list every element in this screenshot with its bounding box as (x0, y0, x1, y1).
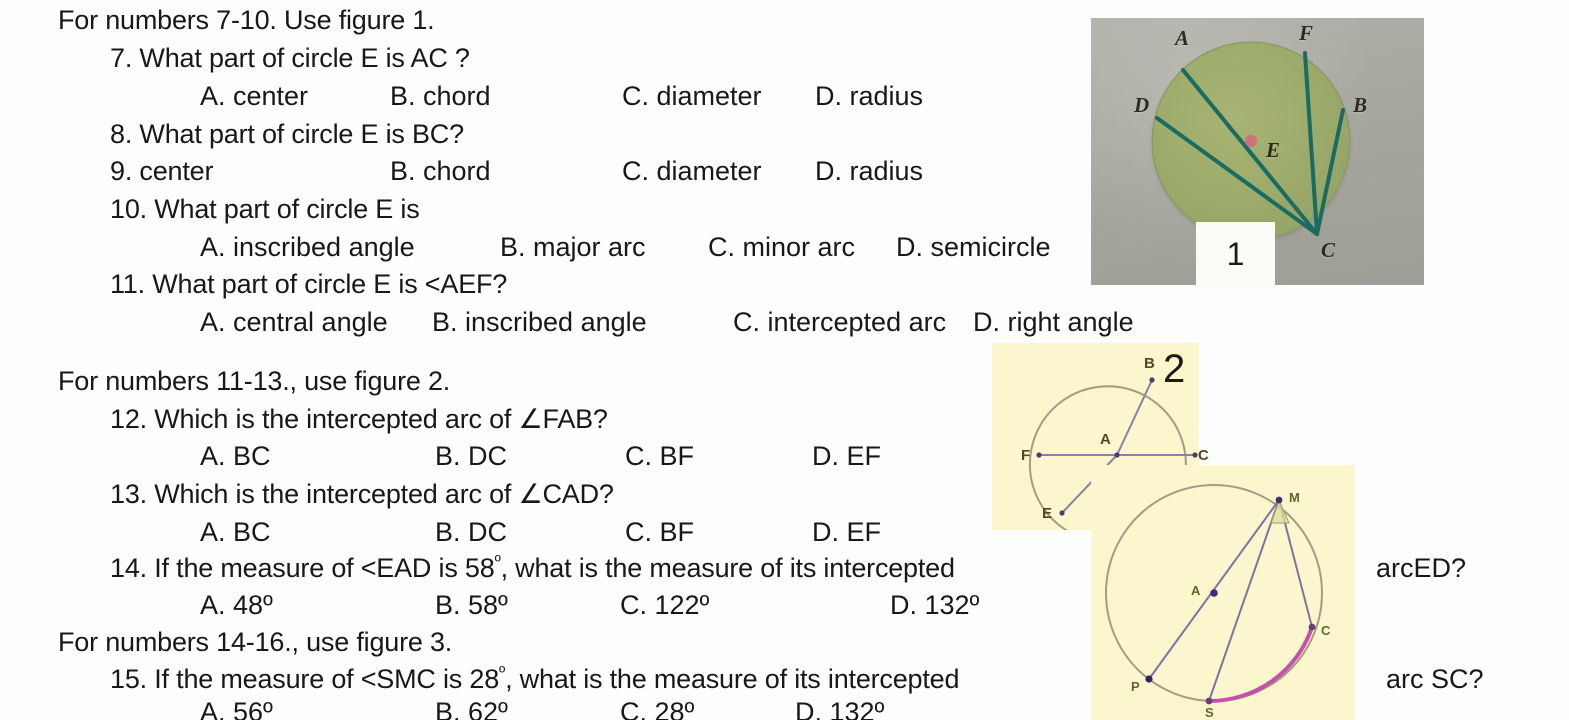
figure-3: M A C S P (1091, 465, 1355, 720)
q14-option-a[interactable]: A. 48º (200, 590, 273, 620)
q12-option-c[interactable]: C. BF (625, 441, 694, 471)
figure-2-label-c: C (1198, 447, 1209, 464)
instruction-11-13: For numbers 11-13., use figure 2. (58, 366, 451, 396)
instruction-14-16: For numbers 14-16., use figure 3. (58, 627, 453, 657)
q9-option-d[interactable]: D. radius (815, 156, 923, 186)
question-15: 15. If the measure of <SMC is 28º, what … (110, 664, 959, 694)
figure-3-label-s: S (1205, 705, 1214, 720)
q11-option-d[interactable]: D. right angle (973, 307, 1134, 337)
q15-middle: , what is the measure of its intercepted (505, 664, 960, 694)
question-9: 9. center (110, 156, 214, 186)
q10-option-a[interactable]: A. inscribed angle (200, 232, 415, 262)
figure-2-label-a: A (1100, 431, 1111, 448)
question-10: 10. What part of circle E is (110, 194, 420, 224)
q15-option-b[interactable]: B. 62º (435, 697, 508, 720)
question-7: 7. What part of circle E is AC ? (110, 43, 470, 73)
q14-prefix: 14. If the measure of <EAD is 58 (110, 553, 495, 583)
q15-option-a[interactable]: A. 56º (200, 697, 273, 720)
question-13: 13. Which is the intercepted arc of ∠CAD… (110, 479, 614, 509)
question-8: 8. What part of circle E is BC? (110, 119, 464, 149)
figure-2-label-e: E (1042, 505, 1053, 522)
question-14-tail: arcED? (1376, 553, 1467, 583)
q14-middle: , what is the measure of its intercepted (500, 553, 955, 583)
q15-option-c[interactable]: C. 28º (620, 697, 694, 720)
q15-prefix: 15. If the measure of <SMC is 28 (110, 664, 500, 694)
q12-option-a[interactable]: A. BC (200, 441, 271, 471)
q14-option-c[interactable]: C. 122º (620, 590, 709, 620)
q7-option-c[interactable]: C. diameter (622, 81, 762, 111)
q10-option-d[interactable]: D. semicircle (896, 232, 1051, 262)
q10-option-c[interactable]: C. minor arc (708, 232, 855, 262)
figure-1-label-c: C (1321, 238, 1336, 262)
figure-2-label-f: F (1021, 447, 1031, 464)
q13-option-d[interactable]: D. EF (812, 517, 881, 547)
q9-option-b[interactable]: B. chord (390, 156, 491, 186)
q11-option-a[interactable]: A. central angle (200, 307, 388, 337)
q11-option-b[interactable]: B. inscribed angle (432, 307, 647, 337)
figure-1-label-f: F (1299, 21, 1314, 45)
figure-2-label-b: B (1144, 355, 1155, 372)
q13-option-c[interactable]: C. BF (625, 517, 694, 547)
q12-option-d[interactable]: D. EF (812, 441, 881, 471)
q7-option-d[interactable]: D. radius (815, 81, 923, 111)
figure-1-label-e: E (1266, 138, 1281, 162)
figure-1-label-b: B (1353, 93, 1368, 117)
q13-option-b[interactable]: B. DC (435, 517, 507, 547)
figure-3-label-p: P (1131, 679, 1140, 694)
figure-3-label-m: M (1289, 490, 1300, 505)
figure-1-number-badge: 1 (1196, 222, 1275, 285)
question-14: 14. If the measure of <EAD is 58º, what … (110, 553, 955, 583)
q7-option-a[interactable]: A. center (200, 81, 308, 111)
figure-1-center-dot (1245, 135, 1257, 147)
q7-option-b[interactable]: B. chord (390, 81, 491, 111)
q10-option-b[interactable]: B. major arc (500, 232, 646, 262)
q9-option-c[interactable]: C. diameter (622, 156, 762, 186)
instruction-7-10: For numbers 7-10. Use figure 1. (58, 5, 435, 35)
q13-option-a[interactable]: A. BC (200, 517, 271, 547)
q12-option-b[interactable]: B. DC (435, 441, 507, 471)
worksheet-page: For numbers 7-10. Use figure 1. 7. What … (0, 0, 1569, 720)
figure-1-label-d: D (1134, 93, 1150, 117)
question-15-tail: arc SC? (1386, 664, 1484, 694)
q11-option-c[interactable]: C. intercepted arc (733, 307, 946, 337)
figure-1: A F D B E C 1 (1091, 18, 1424, 285)
figure-3-label-c: C (1321, 623, 1331, 638)
q14-option-d[interactable]: D. 132º (890, 590, 979, 620)
figure-3-label-a: A (1191, 583, 1201, 598)
q14-option-b[interactable]: B. 58º (435, 590, 508, 620)
figure-2-number-badge: 2 (1163, 347, 1186, 391)
question-12: 12. Which is the intercepted arc of ∠FAB… (110, 404, 608, 434)
question-11: 11. What part of circle E is <AEF? (110, 269, 508, 299)
figure-1-label-a: A (1175, 26, 1190, 50)
q15-option-d[interactable]: D. 132º (795, 697, 884, 720)
